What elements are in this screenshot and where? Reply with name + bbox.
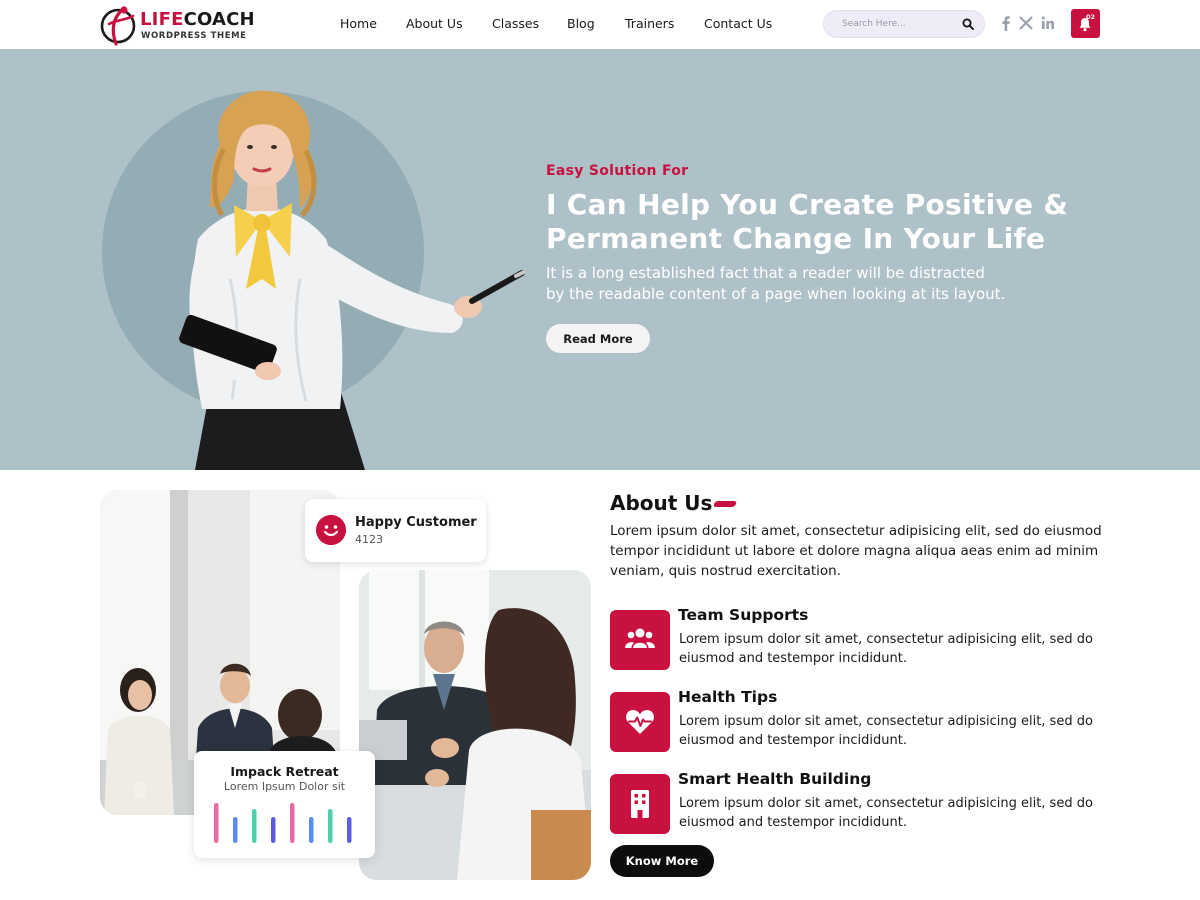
logo-tagline: WORDPRESS THEME: [141, 31, 247, 41]
happy-customer-card: Happy Customer 4123: [305, 499, 486, 562]
logo-wordmark: LIFECOACH: [140, 9, 255, 30]
notifications-button[interactable]: 02: [1071, 9, 1100, 38]
about-us-heading: About Us: [610, 491, 713, 515]
impact-bar: [347, 817, 352, 843]
smiley-icon: [316, 515, 346, 545]
feature-desc-health-tips: Lorem ipsum dolor sit amet, consectetur …: [679, 714, 1093, 748]
site-header: LIFECOACH WORDPRESS THEME Home About Us …: [0, 0, 1200, 49]
health-tips-icon-box: [610, 692, 670, 752]
hero-coach-photo: [179, 90, 526, 470]
happy-customer-count: 4123: [355, 533, 383, 546]
team-icon: [625, 628, 655, 648]
logo-word-coach: COACH: [183, 9, 255, 30]
hero-eyebrow: Easy Solution For: [546, 163, 689, 179]
feature-desc-team-supports: Lorem ipsum dolor sit amet, consectetur …: [679, 632, 1093, 666]
heading-accent-dash: [712, 501, 738, 507]
logo-mark-icon: [100, 6, 136, 46]
consultation-photo: [359, 570, 591, 880]
nav-item-home[interactable]: Home: [340, 16, 377, 31]
impact-bars-graphic: [214, 803, 352, 843]
nav-item-about-us[interactable]: About Us: [406, 16, 463, 31]
impact-bar: [214, 803, 219, 843]
feature-title-health-tips: Health Tips: [678, 688, 778, 706]
logo-word-life: LIFE: [140, 9, 184, 30]
about-us-description: Lorem ipsum dolor sit amet, consectetur …: [610, 523, 1102, 579]
know-more-button[interactable]: Know More: [610, 845, 714, 877]
hero-description-line-1: It is a long established fact that a rea…: [546, 264, 985, 282]
consultation-illustration: [359, 570, 591, 880]
search-box: [823, 10, 985, 38]
impact-bar: [290, 803, 295, 843]
impact-title: Impack Retreat: [230, 764, 339, 779]
nav-item-blog[interactable]: Blog: [567, 16, 595, 31]
notification-count-badge: 02: [1086, 13, 1096, 21]
building-icon: [631, 790, 649, 818]
feature-title-smart-health-building: Smart Health Building: [678, 770, 872, 788]
x-twitter-icon[interactable]: [1019, 15, 1033, 31]
impact-retreat-card: Impack Retreat Lorem Ipsum Dolor sit: [194, 751, 375, 858]
nav-item-trainers[interactable]: Trainers: [625, 16, 674, 31]
team-supports-icon-box: [610, 610, 670, 670]
search-input[interactable]: [842, 17, 957, 31]
hero-title-line-1: I Can Help You Create Positive &: [546, 188, 1069, 221]
linkedin-icon[interactable]: [1041, 15, 1055, 31]
feature-title-team-supports: Team Supports: [678, 606, 809, 624]
site-logo[interactable]: LIFECOACH WORDPRESS THEME: [100, 4, 260, 46]
hero-section: Easy Solution For I Can Help You Create …: [0, 49, 1200, 470]
nav-item-contact-us[interactable]: Contact Us: [704, 16, 772, 31]
hero-title: I Can Help You Create Positive & Permane…: [546, 188, 1106, 256]
heart-pulse-icon: [626, 710, 654, 734]
impact-bar: [233, 817, 238, 843]
impact-bar: [328, 809, 333, 843]
smart-health-building-icon-box: [610, 774, 670, 834]
read-more-button[interactable]: Read More: [546, 324, 650, 353]
hero-description: It is a long established fact that a rea…: [546, 263, 1046, 305]
nav-item-classes[interactable]: Classes: [492, 16, 539, 31]
happy-customer-label: Happy Customer: [355, 515, 477, 530]
hero-description-line-2: by the readable content of a page when l…: [546, 285, 1006, 303]
hero-title-line-2: Permanent Change In Your Life: [546, 222, 1046, 255]
search-icon[interactable]: [962, 18, 974, 30]
facebook-icon[interactable]: [999, 15, 1013, 31]
impact-bar: [271, 817, 276, 843]
impact-bar: [252, 809, 257, 843]
feature-desc-smart-health-building: Lorem ipsum dolor sit amet, consectetur …: [679, 796, 1093, 830]
impact-bar: [309, 817, 314, 843]
impact-subtitle: Lorem Ipsum Dolor sit: [223, 780, 346, 793]
